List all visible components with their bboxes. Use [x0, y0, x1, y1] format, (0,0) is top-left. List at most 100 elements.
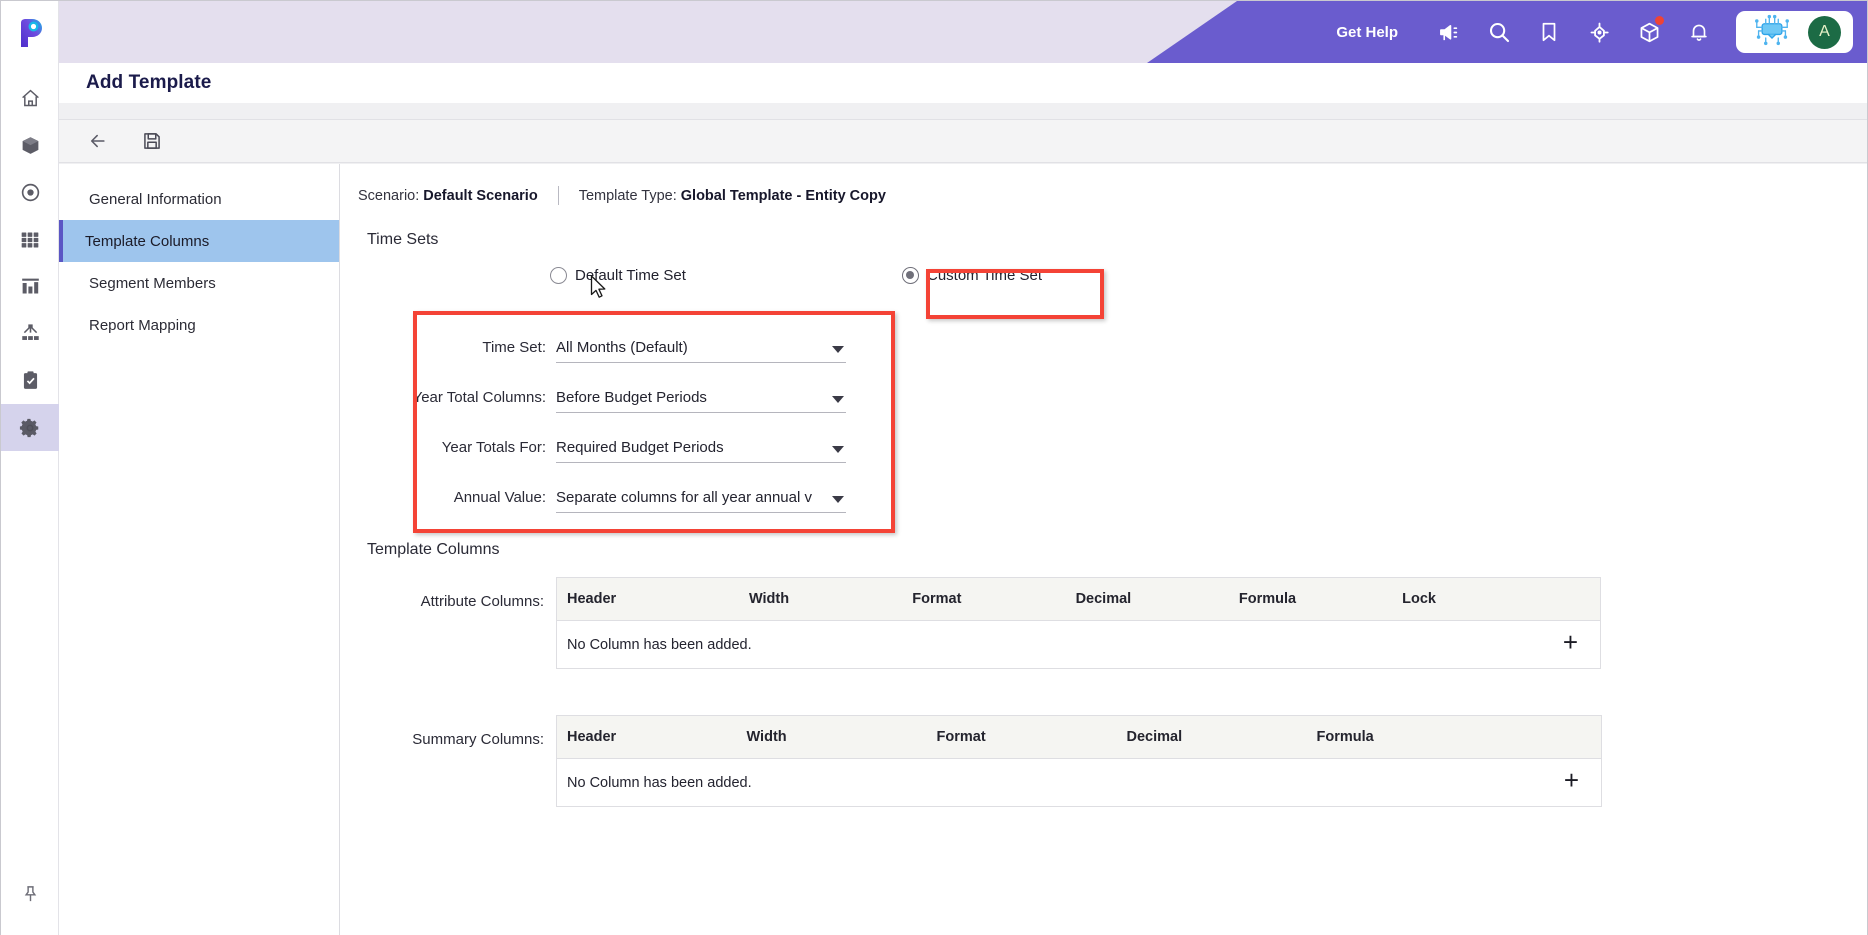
- back-arrow-icon[interactable]: [81, 125, 115, 157]
- year-total-columns-label: Year Total Columns:: [412, 389, 546, 406]
- sidebar-item-template-columns[interactable]: Template Columns: [59, 220, 339, 262]
- scenario-label: Scenario:: [358, 187, 420, 204]
- breadcrumb: Scenario: Default Scenario Template Type…: [340, 164, 1867, 205]
- column-header-decimal: Decimal: [1126, 715, 1317, 759]
- sidebar-item-home[interactable]: [1, 75, 59, 122]
- summary-columns-table: Header Width Format Decimal Formula No C…: [556, 715, 1602, 807]
- page-title: Add Template: [86, 72, 212, 93]
- sidebar-item-tasks[interactable]: [1, 357, 59, 404]
- template-type-value: Global Template - Entity Copy: [680, 187, 886, 204]
- summary-add-cell: +: [1316, 758, 1602, 807]
- chevron-down-icon: [832, 496, 844, 503]
- nav-label: Template Columns: [85, 232, 210, 250]
- bookmark-icon[interactable]: [1524, 11, 1574, 53]
- column-header-width: Width: [746, 715, 937, 759]
- pin-icon[interactable]: [1, 874, 59, 914]
- attribute-columns-label: Attribute Columns:: [420, 593, 544, 610]
- scenario-value: Default Scenario: [423, 187, 538, 204]
- radio-dot: [550, 267, 567, 284]
- radio-custom-time-set[interactable]: Custom Time Set: [902, 267, 1042, 284]
- left-icon-rail: [1, 1, 59, 935]
- planful-p-logo[interactable]: [1, 1, 59, 65]
- chevron-down-icon: [832, 446, 844, 453]
- table-header-row: Header Width Format Decimal Formula Lock: [556, 577, 1601, 621]
- year-totals-for-dropdown[interactable]: Required Budget Periods: [556, 439, 846, 463]
- summary-empty-text: No Column has been added.: [556, 758, 1317, 807]
- application-window: Get Help A Add Template General Informat…: [0, 0, 1868, 935]
- attribute-add-cell: +: [1402, 620, 1601, 669]
- megaphone-announcement-icon[interactable]: [1424, 11, 1474, 53]
- bell-notification-icon[interactable]: [1674, 11, 1724, 53]
- sidebar-item-scenarios[interactable]: [1, 169, 59, 216]
- column-header-format: Format: [912, 577, 1076, 621]
- page-title-bar: Add Template: [59, 63, 1867, 103]
- column-header-header: Header: [556, 577, 749, 621]
- template-type-label: Template Type:: [578, 187, 677, 204]
- plus-add-row-icon[interactable]: +: [1564, 767, 1579, 793]
- time-sets-heading: Time Sets: [367, 231, 439, 248]
- custom-time-set-fields: Time Set: All Months (Default) Year Tota…: [340, 313, 1867, 513]
- nav-label: Report Mapping: [89, 316, 196, 334]
- radio-label: Default Time Set: [575, 267, 686, 284]
- template-columns-panel: Scenario: Default Scenario Template Type…: [340, 164, 1867, 935]
- year-total-columns-value: Before Budget Periods: [556, 389, 707, 406]
- attribute-columns-section: Attribute Columns: Header Width Format D…: [340, 577, 1867, 669]
- annual-value-value: Separate columns for all year annual v: [556, 489, 812, 506]
- chevron-down-icon: [832, 346, 844, 353]
- field-row-year-total-columns: Year Total Columns: Before Budget Period…: [340, 363, 1867, 413]
- annual-value-dropdown[interactable]: Separate columns for all year annual v: [556, 489, 846, 513]
- table-row: No Column has been added. +: [556, 620, 1601, 669]
- content-area: General Information Template Columns Seg…: [59, 164, 1867, 935]
- plus-add-row-icon[interactable]: +: [1563, 629, 1578, 655]
- action-toolbar: [59, 119, 1867, 163]
- sidebar-item-reports[interactable]: [1, 263, 59, 310]
- sidebar-item-general-information[interactable]: General Information: [59, 178, 339, 220]
- time-set-value: All Months (Default): [556, 339, 688, 356]
- sidebar-item-settings[interactable]: [1, 404, 59, 451]
- summary-columns-label: Summary Columns:: [412, 731, 544, 748]
- save-floppy-icon[interactable]: [135, 125, 169, 157]
- sidebar-item-segment-members[interactable]: Segment Members: [59, 262, 339, 304]
- search-icon[interactable]: [1474, 11, 1524, 53]
- field-row-time-set: Time Set: All Months (Default): [340, 313, 1867, 363]
- get-help-button[interactable]: Get Help: [1336, 24, 1398, 41]
- nav-label: General Information: [89, 190, 222, 208]
- top-navigation-bar: Get Help A: [59, 1, 1867, 63]
- field-row-annual-value: Annual Value: Separate columns for all y…: [340, 463, 1867, 513]
- time-set-dropdown[interactable]: All Months (Default): [556, 339, 846, 363]
- year-totals-for-value: Required Budget Periods: [556, 439, 724, 456]
- column-header-formula: Formula: [1238, 577, 1403, 621]
- column-header-decimal: Decimal: [1075, 577, 1239, 621]
- column-header-format: Format: [936, 715, 1127, 759]
- table-row: No Column has been added. +: [556, 758, 1602, 807]
- sidebar-item-grid[interactable]: [1, 216, 59, 263]
- sidebar-item-report-mapping[interactable]: Report Mapping: [59, 304, 339, 346]
- nav-label: Segment Members: [89, 274, 216, 292]
- sidebar-item-structures[interactable]: [1, 310, 59, 357]
- radio-default-time-set[interactable]: Default Time Set: [550, 267, 686, 284]
- chevron-down-icon: [832, 396, 844, 403]
- avatar[interactable]: A: [1808, 15, 1841, 49]
- column-header-width: Width: [748, 577, 913, 621]
- template-columns-heading: Template Columns: [367, 541, 500, 558]
- year-totals-for-label: Year Totals For:: [441, 439, 546, 456]
- user-account-chip[interactable]: A: [1736, 11, 1853, 53]
- radio-label: Custom Time Set: [927, 267, 1043, 284]
- ai-chip-icon[interactable]: [1750, 13, 1794, 52]
- target-crosshair-icon[interactable]: [1574, 11, 1624, 53]
- radio-dot: [902, 267, 919, 284]
- top-navigation-purple-panel: Get Help A: [1147, 1, 1867, 63]
- year-total-columns-dropdown[interactable]: Before Budget Periods: [556, 389, 846, 413]
- template-section-nav: General Information Template Columns Seg…: [59, 164, 340, 935]
- attribute-columns-table: Header Width Format Decimal Formula Lock…: [556, 577, 1601, 669]
- annual-value-label: Annual Value:: [453, 489, 546, 506]
- field-row-year-totals-for: Year Totals For: Required Budget Periods: [340, 413, 1867, 463]
- time-set-radio-group: Default Time Set Custom Time Set: [340, 257, 1867, 303]
- rail-item-list: [1, 65, 59, 451]
- attribute-empty-text: No Column has been added.: [556, 620, 1403, 669]
- time-set-label: Time Set:: [482, 339, 546, 356]
- sidebar-item-modeling[interactable]: [1, 122, 59, 169]
- notification-badge-dot: [1655, 16, 1664, 25]
- cube-package-icon[interactable]: [1624, 11, 1674, 53]
- summary-columns-section: Summary Columns: Header Width Format Dec…: [340, 715, 1867, 807]
